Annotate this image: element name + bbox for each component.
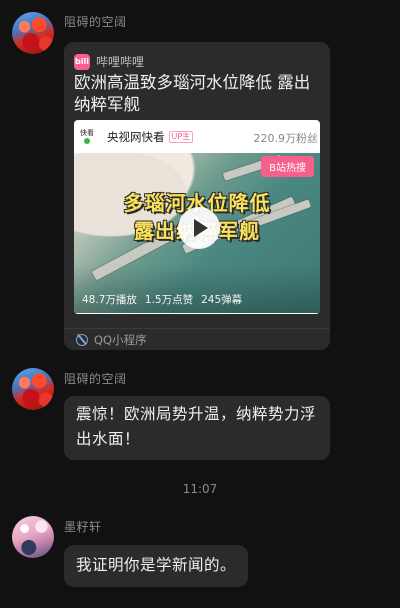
fan-count: 220.9万粉丝 bbox=[253, 132, 319, 145]
video-header: 快看 央视网快看 UP主 220.9万粉丝 bbox=[74, 120, 320, 153]
play-count: 48.7万播放 bbox=[82, 294, 137, 306]
video-preview[interactable]: 快看 央视网快看 UP主 220.9万粉丝 B站热搜 多瑙河水位降低 露出纳粹军… bbox=[74, 120, 320, 314]
avatar-mozixuan[interactable] bbox=[12, 516, 54, 558]
sender-name: 阻碍的空阔 bbox=[64, 15, 127, 29]
qq-mini-program-icon bbox=[76, 334, 88, 346]
sender-name: 阻碍的空阔 bbox=[64, 372, 127, 386]
chat-screen: 阻碍的空阔 bili 哔哩哔哩 欧洲高温致多瑙河水位降低 露出纳粹军舰 快看 央… bbox=[0, 0, 400, 608]
danmaku-count: 245弹幕 bbox=[201, 294, 243, 306]
up-badge: UP主 bbox=[168, 130, 194, 143]
play-icon[interactable] bbox=[178, 207, 220, 249]
sender-name: 墨籽轩 bbox=[64, 520, 102, 534]
card-title: 欧洲高温致多瑙河水位降低 露出纳粹军舰 bbox=[74, 73, 311, 114]
video-stats: 48.7万播放 1.5万点赞 245弹幕 bbox=[82, 292, 242, 307]
app-name: 哔哩哔哩 bbox=[96, 55, 145, 69]
video-thumbnail: B站热搜 多瑙河水位降低 露出纳粹军舰 48.7万播放 1.5万点赞 245弹幕 bbox=[74, 153, 320, 313]
bilibili-mini-program-card[interactable]: bili 哔哩哔哩 欧洲高温致多瑙河水位降低 露出纳粹军舰 快看 央视网快看 U… bbox=[64, 42, 330, 350]
channel-name: 央视网快看 bbox=[107, 129, 165, 144]
kuaikan-logo-icon: 快看 bbox=[77, 127, 97, 147]
card-header: bili 哔哩哔哩 bbox=[74, 53, 144, 70]
like-count: 1.5万点赞 bbox=[144, 294, 194, 306]
bilibili-logo-icon: bili bbox=[74, 53, 90, 70]
message-bubble[interactable]: 震惊！欧洲局势升温，纳粹势力浮出水面！ bbox=[64, 396, 330, 460]
card-footer: QQ小程序 bbox=[64, 328, 330, 350]
avatar-zuai[interactable] bbox=[12, 368, 54, 410]
hot-search-tag: B站热搜 bbox=[261, 156, 314, 177]
avatar-zuai[interactable] bbox=[12, 12, 54, 54]
timestamp: 11:07 bbox=[182, 482, 218, 496]
message-bubble[interactable]: 我证明你是学新闻的。 bbox=[64, 545, 249, 587]
mini-program-label: QQ小程序 bbox=[94, 333, 147, 347]
